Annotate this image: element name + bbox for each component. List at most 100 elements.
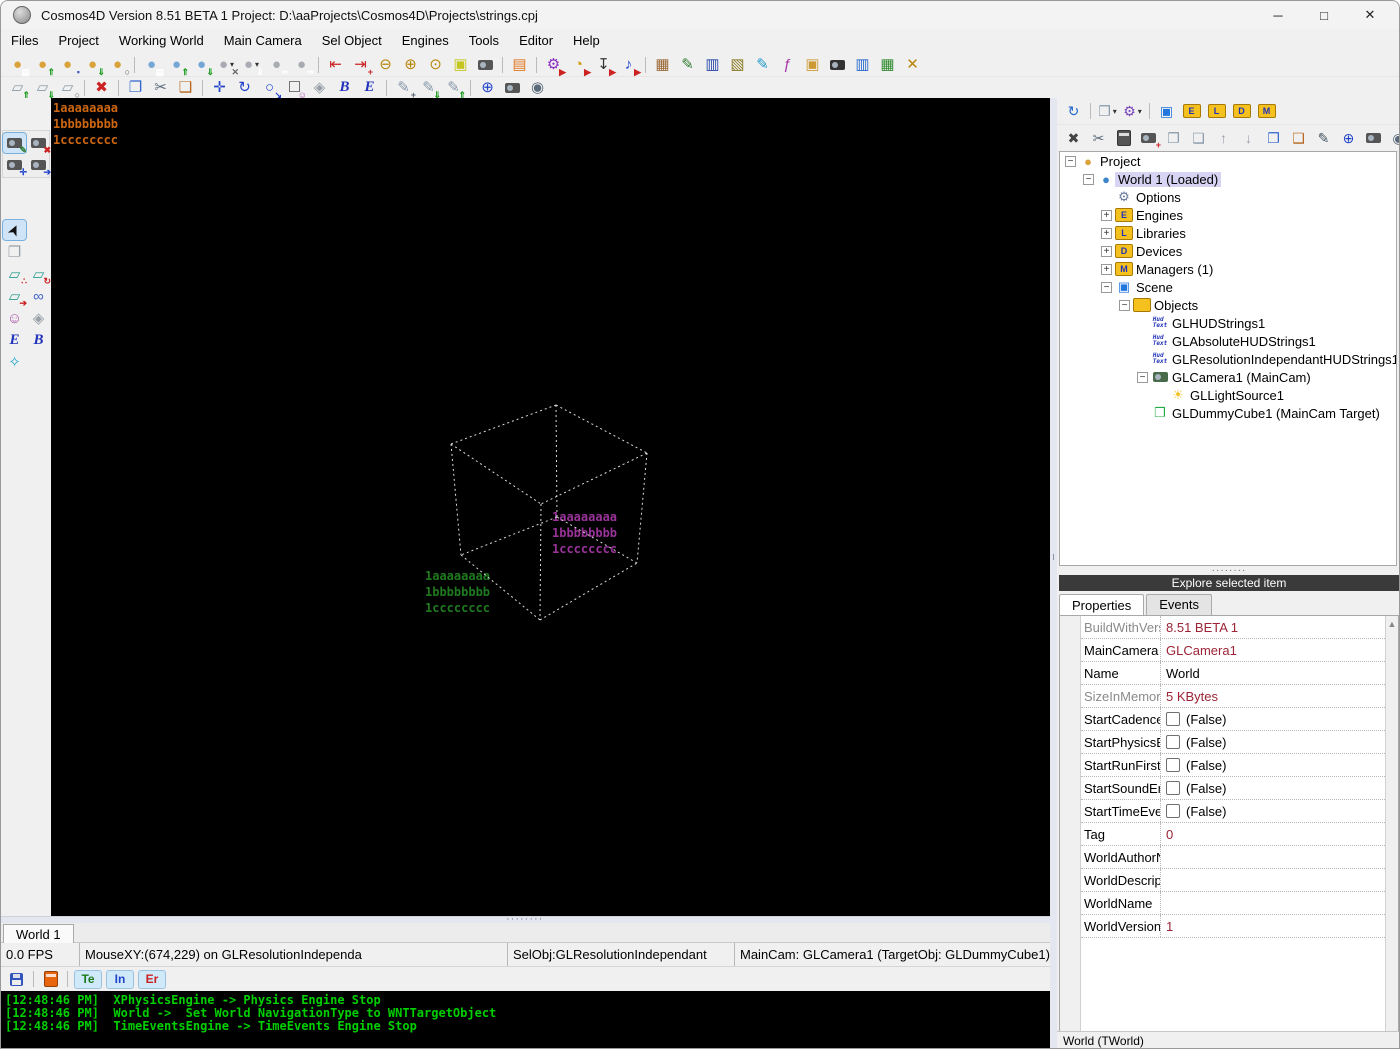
save-log-icon[interactable] [5,969,28,989]
find-project-icon[interactable]: ● ○ [106,55,130,76]
updater-run-icon[interactable]: ↧ ▶ [592,55,616,76]
copy-window-icon[interactable]: ❐ [1162,128,1185,148]
menu-files[interactable]: Files [1,29,48,53]
photo-camera-icon[interactable] [826,55,849,75]
property-value[interactable]: (False) [1161,712,1385,727]
world-nav-icon[interactable]: ● ⇓ ▾ [240,55,264,76]
tree-item-gllightsource1[interactable]: ☀ GLLightSource1 [1060,386,1396,404]
clear-log-icon[interactable] [39,969,62,989]
engines-run-icon[interactable]: ⚙ ▶ [542,55,566,76]
pen-tool-icon[interactable]: ✎ [751,55,774,75]
camera-move-icon[interactable]: ✛ [3,155,27,177]
refresh-icon[interactable]: ↻ [1062,101,1085,121]
film-icon[interactable]: ▥ [851,55,874,75]
property-value[interactable]: (False) [1161,735,1385,750]
script-editor-icon[interactable]: ✎ [676,55,699,75]
copy-icon[interactable]: ❐ [124,78,147,98]
libraries-folder-icon[interactable]: L [1205,101,1228,121]
tools-icon[interactable]: ✕ [901,55,924,75]
zoom-out-icon[interactable]: ⊖ [374,55,397,75]
move-down-icon[interactable]: ↓ [1237,128,1260,148]
property-value[interactable]: World [1161,666,1385,681]
horizontal-splitter[interactable] [1,913,1050,925]
select-pointer-icon[interactable]: ➤ [2,219,27,241]
add-camera-icon[interactable]: + [1137,128,1161,150]
sound-run-icon[interactable]: ♪ ▶ [617,55,641,76]
tree-item-engines[interactable]: + E Engines [1060,206,1396,224]
tree-item-world-1-loaded[interactable]: − ● World 1 (Loaded) [1060,170,1396,188]
toggle-er[interactable]: Er [138,969,166,989]
world-forward-icon[interactable]: ● ⇒ [290,55,314,76]
property-value[interactable]: 5 KBytes [1161,689,1385,704]
toggle-in[interactable]: In [106,969,134,989]
pose-icon[interactable]: ☐ ☺ [283,78,307,99]
expander-plus-icon[interactable]: + [1101,209,1112,221]
pen-down-icon[interactable]: ✎ ⇓ [417,78,441,99]
menu-working-world[interactable]: Working World [109,29,214,53]
property-scrollbar[interactable]: ▲ [1385,616,1398,1048]
world-tab[interactable]: World 1 [3,924,74,944]
camera-icon[interactable] [501,78,524,98]
3d-viewport[interactable]: 1aaaaaaaa1bbbbbbbb1cccccccc1aaaaaaaa1bbb… [51,98,1050,916]
move-up-icon[interactable]: ↑ [1212,128,1235,148]
rename-icon[interactable]: ✎ [1312,128,1335,148]
tree-item-devices[interactable]: + D Devices [1060,242,1396,260]
new-project-icon[interactable]: ● ▤ [6,55,30,76]
tab-events[interactable]: Events [1146,594,1212,615]
tree-item-glabsolutehudstrings1[interactable]: Hud Text GLAbsoluteHUDStrings1 [1060,332,1396,350]
scroll-up-icon[interactable]: ▲ [1388,619,1397,629]
bold-icon[interactable]: B [27,330,50,350]
log-console[interactable]: [12:48:46 PM] XPhysicsEngine -> Physics … [1,991,1050,1048]
property-value[interactable]: 0 [1161,827,1385,842]
checkbox[interactable] [1166,712,1180,726]
toggle-te[interactable]: Te [74,969,102,989]
save-project-icon[interactable]: ● ▪ [56,55,80,76]
property-value[interactable]: GLCamera1 [1161,643,1385,658]
hardware-icon[interactable]: ▦ [876,55,899,75]
tree-item-objects[interactable]: − Objects [1060,296,1396,314]
menu-editor[interactable]: Editor [509,29,563,53]
actor-icon[interactable]: ☺ [3,308,26,328]
monitor-icon[interactable]: ▣ [1155,101,1178,121]
open-project-icon[interactable]: ● ⇑ [31,55,55,76]
paste-icon[interactable]: ❑ [174,78,197,98]
expander-minus-icon[interactable]: − [1083,173,1094,185]
world-back-icon[interactable]: ● ⇐ [265,55,289,76]
delete-item-icon[interactable]: ✖ [1062,128,1085,148]
close-world-icon[interactable]: ● ✕ ▾ [215,55,239,76]
property-value[interactable]: (False) [1161,804,1385,819]
target-item-icon[interactable]: ⊕ [1337,128,1360,148]
camera-item-icon[interactable] [1362,128,1385,148]
move-object-icon[interactable]: ▱ ➔ [3,286,27,308]
new-world-icon[interactable]: ● ▤ [140,55,164,76]
effects-icon[interactable]: E [358,78,381,98]
expander-plus-icon[interactable]: + [1101,227,1112,239]
scale-icon[interactable]: ○ ↘ [258,78,282,99]
maximize-button[interactable]: □ [1301,1,1347,29]
checkbox[interactable] [1166,735,1180,749]
expander-minus-icon[interactable]: − [1119,299,1130,311]
fill-icon[interactable]: ◈ [308,78,331,98]
property-value[interactable]: 8.51 BETA 1 [1161,620,1385,635]
menu-engines[interactable]: Engines [392,29,459,53]
vertical-splitter[interactable] [1050,98,1057,1048]
expander-minus-icon[interactable]: − [1137,371,1148,383]
panel-splitter-grip[interactable] [1057,568,1399,574]
new-item-icon[interactable]: ⚙ ▾ [1121,101,1144,121]
save-object-icon[interactable]: ▱ ⇓ [31,78,55,99]
menu-help[interactable]: Help [563,29,610,53]
cut-icon[interactable]: ✂ [149,78,172,98]
rotate-icon[interactable]: ↻ [233,78,256,98]
save-world-icon[interactable]: ● ⇓ [190,55,214,76]
zoom-window-icon[interactable]: ⊙ [424,55,447,75]
effects-icon[interactable]: E [3,330,26,350]
bold-icon[interactable]: B [333,78,356,98]
pen-up-icon[interactable]: ✎ ⇑ [442,78,466,99]
checkbox[interactable] [1166,758,1180,772]
engines-folder-icon[interactable]: E [1180,101,1203,121]
fill-bucket-icon[interactable]: ◈ [27,308,50,328]
camera-view-icon[interactable] [474,55,497,75]
checkbox[interactable] [1166,804,1180,818]
package-icon[interactable]: ▣ [801,55,824,75]
light-tool-icon[interactable]: ✧ [3,352,26,372]
